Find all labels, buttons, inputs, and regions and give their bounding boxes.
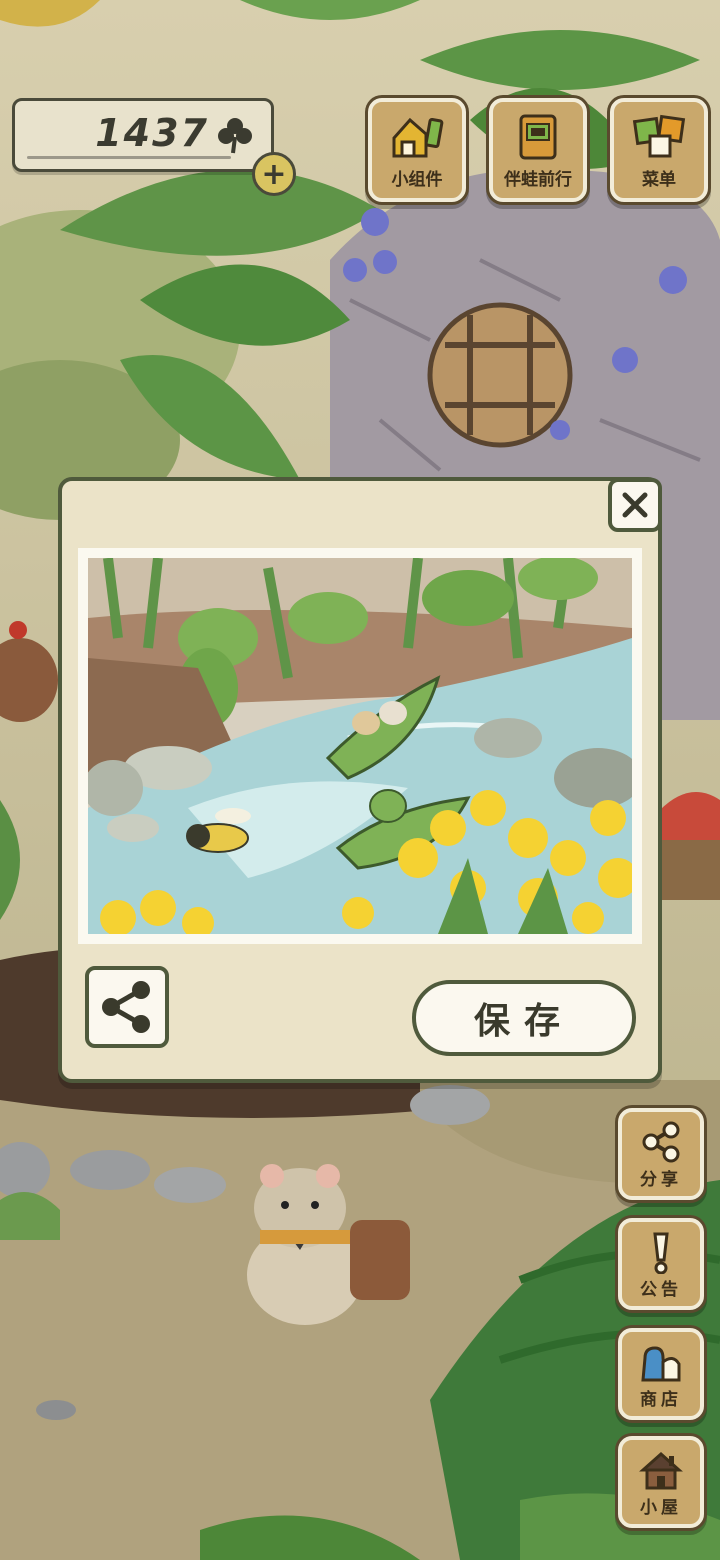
save-button[interactable]: 保存 — [412, 980, 636, 1056]
currency-underline — [27, 156, 231, 159]
share-icon — [102, 981, 150, 1033]
exclamation-icon — [653, 1232, 669, 1274]
share-side-label: 分享 — [640, 1170, 682, 1190]
save-label: 保存 — [473, 1001, 574, 1042]
close-icon — [622, 492, 648, 518]
menu-button[interactable]: 菜单 — [610, 98, 708, 202]
house-button[interactable]: 小屋 — [618, 1436, 704, 1528]
shop-bag-icon — [641, 1346, 681, 1382]
shop-button[interactable]: 商店 — [618, 1328, 704, 1420]
journey-book-icon — [519, 114, 557, 160]
add-clover-button[interactable]: + — [252, 152, 296, 196]
currency-panel: 1437 — [12, 98, 274, 172]
notice-label: 公告 — [640, 1280, 682, 1300]
plus-icon: + — [261, 156, 287, 192]
photo-frame — [78, 548, 642, 944]
widget-label: 小组件 — [391, 170, 443, 190]
widget-icon — [392, 117, 444, 158]
close-button[interactable] — [608, 478, 662, 532]
notice-button[interactable]: 公告 — [618, 1218, 704, 1310]
menu-icon — [632, 114, 686, 158]
house-label: 小屋 — [640, 1498, 682, 1518]
house-icon — [639, 1451, 683, 1490]
travel-photo — [88, 558, 632, 934]
share-icon — [642, 1121, 680, 1163]
journey-label: 伴蛙前行 — [504, 170, 572, 190]
menu-label: 菜单 — [642, 170, 676, 190]
widget-button[interactable]: 小组件 — [368, 98, 466, 202]
photo-share-button[interactable] — [85, 966, 169, 1048]
shop-label: 商店 — [640, 1390, 682, 1410]
clover-count: 1437 — [95, 111, 209, 155]
share-side-button[interactable]: 分享 — [618, 1108, 704, 1200]
journey-button[interactable]: 伴蛙前行 — [489, 98, 587, 202]
clover-icon — [218, 118, 252, 154]
